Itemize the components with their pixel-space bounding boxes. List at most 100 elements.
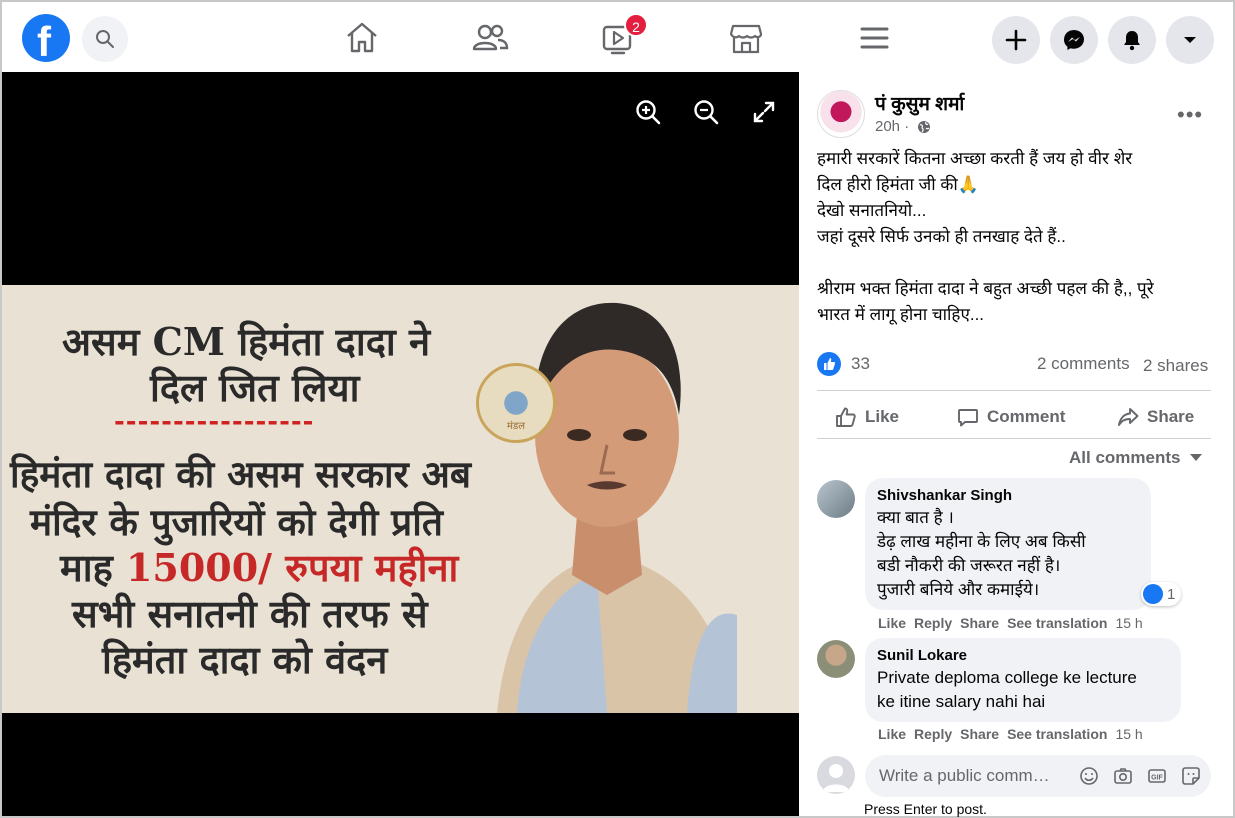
fullscreen-button[interactable] [750,98,778,126]
zoom-in-button[interactable] [634,98,662,126]
sticker-icon[interactable] [1181,766,1201,786]
post-text-line: दिल हीरो हिमंता जी की🙏 [817,175,979,194]
comment-input[interactable]: Write a public comm… GIF [865,755,1211,797]
poster-line-3: हिमंता दादा की असम सरकार अब [10,452,471,496]
author-name[interactable]: पं कुसुम शर्मा [875,90,964,116]
gif-icon[interactable]: GIF [1147,766,1167,786]
emoji-icon[interactable] [1079,766,1099,786]
comments-count[interactable]: 2 comments [1037,354,1130,374]
messenger-button[interactable] [1050,16,1098,64]
comment-text: डेढ़ लाख महीना के लिए अब किसी [877,532,1086,551]
composer-hint: Press Enter to post. [864,801,987,817]
comment-bubble: Sunil Lokare Private deploma college ke … [865,638,1181,722]
messenger-icon [1064,30,1084,50]
comment-share-link[interactable]: Share [960,615,999,631]
marketplace-tab[interactable] [726,18,766,58]
like-button-label: Like [865,407,900,426]
post-text-line: देखो सनातनियो... [817,201,927,220]
portrait-illustration [497,302,737,713]
home-tab[interactable] [342,18,382,58]
divider [817,390,1211,391]
poster-amount-text: 15000/ रुपया महीना [125,545,459,590]
comment-timestamp[interactable]: 15 h [1115,726,1142,742]
post-text-line: हमारी सरकारें कितना अच्छा करती हैं जय हो… [817,149,1133,168]
share-button[interactable]: Share [1117,400,1194,434]
poster-month-text: माह [60,545,126,590]
zoom-out-icon [694,100,719,125]
zoom-out-button[interactable] [692,98,720,126]
watch-notification-badge: 2 [624,13,648,37]
hamburger-icon [860,27,889,49]
comment-text: ke itine salary nahi hai [877,692,1046,711]
logo-letter: f [37,18,51,65]
account-button[interactable] [1166,16,1214,64]
friends-icon [472,24,509,51]
zoom-in-icon [636,100,661,125]
shares-count[interactable]: 2 shares [1143,354,1215,378]
divider [817,438,1211,439]
comment-like-link[interactable]: Like [878,615,906,631]
comment-filter-dropdown[interactable]: All comments [1069,448,1203,468]
like-reaction-icon[interactable] [817,352,841,376]
comment-reply-link[interactable]: Reply [914,726,952,742]
bell-icon [1124,31,1140,51]
poster-line-4: मंदिर के पुजारियों को देगी प्रति [30,500,443,544]
share-button-label: Share [1147,407,1195,426]
commenter-name[interactable]: Shivshankar Singh [877,486,1139,506]
top-navigation-bar: f 2 [2,2,1233,72]
post-text: हमारी सरकारें कितना अच्छा करती हैं जय हो… [817,146,1217,328]
comment-share-link[interactable]: Share [960,726,999,742]
home-icon [347,22,377,53]
svg-text:GIF: GIF [1151,775,1163,782]
commenter-avatar[interactable] [817,640,855,678]
post-timestamp[interactable]: 20h · [875,118,909,135]
comment-timestamp[interactable]: 15 h [1115,615,1142,631]
post-text-line: जहां दूसरे सिर्फ उनको ही तनखाह देते हैं.… [817,227,1066,246]
menu-tab[interactable] [854,18,894,58]
like-button[interactable]: Like [835,400,899,434]
poster-line-2: दिल जित लिया [150,365,360,410]
comment-actions: Like Reply Share See translation 15 h [878,615,1143,631]
seal-text: मंडल [506,421,526,432]
post-image[interactable]: मंडल असम CM हिमंता दादा ने दिल जित लिया … [2,285,799,713]
likes-count[interactable]: 33 [851,354,870,374]
organization-seal: मंडल [476,363,556,443]
comment-reaction-count[interactable]: 1 [1141,582,1182,606]
comment-bubble: Shivshankar Singh क्या बात है । डेढ़ लाख… [865,478,1151,610]
current-user-avatar [817,756,855,794]
comment-reply-link[interactable]: Reply [914,615,952,631]
poster-line-5: माह 15000/ रुपया महीना [60,541,458,593]
post-text-line: श्रीराम भक्त हिमंता दादा ने बहुत अच्छी प… [817,279,1154,298]
friends-tab[interactable] [470,18,510,58]
store-icon [729,24,763,54]
commenter-avatar[interactable] [817,480,855,518]
comment-text: Private deploma college ke lecture [877,668,1137,687]
post-text-line: भारत में लागू होना चाहिए... [817,305,985,324]
poster-line-1: असम CM हिमंता दादा ने [62,319,431,364]
search-button[interactable] [82,16,128,62]
reaction-count: 1 [1167,585,1176,603]
poster-divider: ----------------- [114,407,315,437]
post-stats: 33 2 comments 2 shares [817,352,1215,378]
see-translation-link[interactable]: See translation [1007,726,1107,742]
camera-icon[interactable] [1113,766,1133,786]
plus-icon [1005,29,1027,51]
share-icon [1118,408,1139,426]
post-options-button[interactable]: ••• [1177,102,1203,128]
comment-like-link[interactable]: Like [878,726,906,742]
poster-line-6: सभी सनातनी की तरफ से [72,591,428,636]
globe-icon [918,121,930,133]
comment-filter-label: All comments [1069,448,1181,467]
commenter-name[interactable]: Sunil Lokare [877,646,1169,666]
notifications-button[interactable] [1108,16,1156,64]
see-translation-link[interactable]: See translation [1007,615,1107,631]
comment-actions: Like Reply Share See translation 15 h [878,726,1143,742]
comment-text: क्या बात है । [877,508,954,527]
create-button[interactable] [992,16,1040,64]
author-avatar[interactable] [817,90,865,138]
comment-text: पुजारी बनिये और कमाईये। [877,580,1040,599]
facebook-logo[interactable]: f [22,14,70,65]
comment-button[interactable]: Comment [957,400,1065,434]
fullscreen-icon [753,101,775,123]
caret-down-icon [1190,454,1203,461]
